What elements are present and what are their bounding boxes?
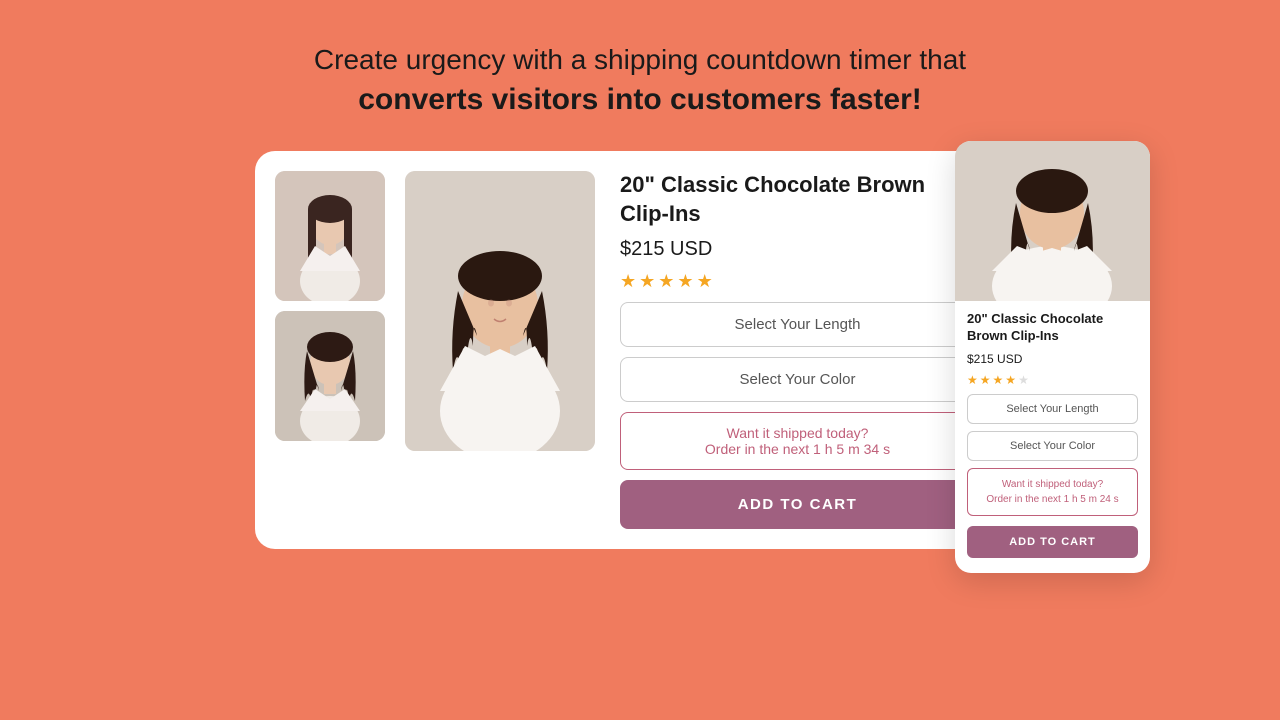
star-4: ★ [677, 271, 693, 292]
star-5: ★ [697, 271, 713, 292]
mobile-urgency-line1: Want it shipped today? [978, 477, 1127, 492]
product-details: 20" Classic Chocolate Brown Clip-Ins $21… [615, 171, 975, 529]
mobile-urgency-line2: Order in the next 1 h 5 m 24 s [978, 492, 1127, 507]
desktop-select-color-button[interactable]: Select Your Color [620, 357, 975, 402]
headline-section: Create urgency with a shipping countdown… [294, 0, 986, 151]
product-image-column [405, 171, 595, 529]
desktop-card: 20" Classic Chocolate Brown Clip-Ins $21… [255, 151, 995, 549]
product-main-image [405, 171, 595, 451]
mobile-product-price: $215 USD [967, 352, 1138, 366]
desktop-product-title: 20" Classic Chocolate Brown Clip-Ins [620, 171, 975, 228]
desktop-urgency-box: Want it shipped today? Order in the next… [620, 412, 975, 470]
mobile-star-4: ★ [1005, 373, 1016, 387]
mobile-star-3: ★ [993, 373, 1004, 387]
thumbnail-2[interactable] [275, 311, 385, 441]
mobile-stars: ★ ★ ★ ★ ★ [967, 373, 1138, 387]
desktop-urgency-line2: Order in the next 1 h 5 m 34 s [636, 441, 959, 457]
desktop-urgency-line1: Want it shipped today? [636, 425, 959, 441]
mobile-urgency-box: Want it shipped today? Order in the next… [967, 468, 1138, 516]
mobile-product-image [955, 141, 1150, 301]
thumbnail-1[interactable] [275, 171, 385, 301]
mobile-star-5: ★ [1018, 373, 1029, 387]
thumbnails-column [275, 171, 385, 529]
mobile-product-title: 20" Classic Chocolate Brown Clip-Ins [967, 311, 1138, 345]
desktop-select-length-button[interactable]: Select Your Length [620, 302, 975, 347]
mobile-content: 20" Classic Chocolate Brown Clip-Ins $21… [955, 301, 1150, 558]
star-3: ★ [658, 271, 674, 292]
headline-line1: Create urgency with a shipping countdown… [314, 40, 966, 79]
desktop-product-price: $215 USD [620, 238, 975, 261]
mobile-card: 20" Classic Chocolate Brown Clip-Ins $21… [955, 141, 1150, 573]
mobile-star-2: ★ [980, 373, 991, 387]
mobile-select-length-button[interactable]: Select Your Length [967, 394, 1138, 424]
star-1: ★ [620, 271, 636, 292]
mobile-select-color-button[interactable]: Select Your Color [967, 431, 1138, 461]
star-2: ★ [639, 271, 655, 292]
mobile-add-to-cart-button[interactable]: ADD TO CART [967, 526, 1138, 558]
main-area: 20" Classic Chocolate Brown Clip-Ins $21… [0, 151, 1280, 549]
desktop-stars: ★ ★ ★ ★ ★ [620, 271, 975, 292]
mobile-star-1: ★ [967, 373, 978, 387]
desktop-add-to-cart-button[interactable]: ADD TO CART [620, 480, 975, 529]
headline-line2: converts visitors into customers faster! [314, 79, 966, 121]
